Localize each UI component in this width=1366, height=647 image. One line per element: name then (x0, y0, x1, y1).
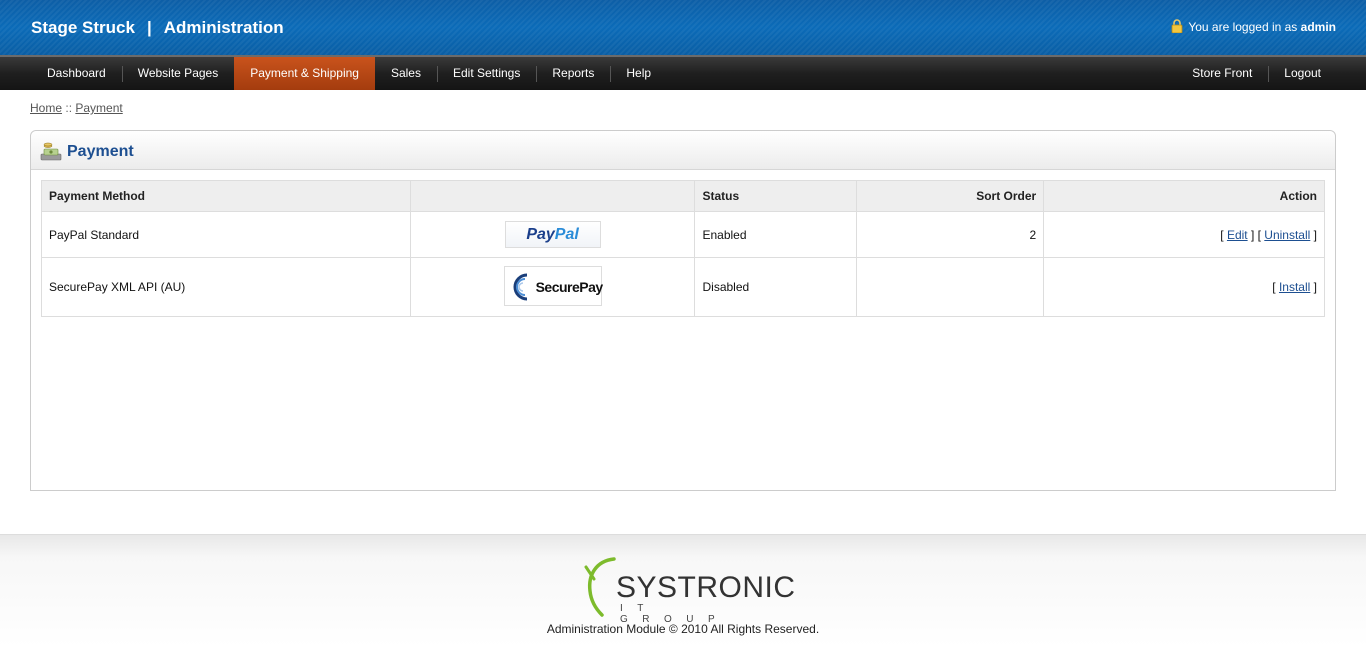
col-action: Action (1043, 180, 1325, 212)
paypal-logo: PayPal (504, 221, 601, 248)
breadcrumb-payment-link[interactable]: Payment (75, 101, 122, 115)
col-sort-order: Sort Order (856, 180, 1045, 212)
payment-methods-table: Payment Method Status Sort Order Action … (41, 180, 1325, 317)
panel-title: Payment (67, 143, 134, 160)
nav-item-dashboard[interactable]: Dashboard (31, 57, 122, 90)
method-actions: [ Edit ] [ Uninstall ] (1043, 211, 1325, 258)
col-payment-method: Payment Method (41, 180, 411, 212)
title-separator: | (146, 18, 152, 37)
method-status: Disabled (694, 257, 858, 317)
section-name: Administration (163, 18, 284, 37)
col-status: Status (694, 180, 858, 212)
table-header-row: Payment Method Status Sort Order Action (41, 180, 1325, 212)
nav-right: Store Front Logout (1176, 57, 1337, 90)
uninstall-link[interactable]: Uninstall (1264, 228, 1310, 242)
method-logo-cell: SecurePay (409, 257, 696, 317)
systronic-logo: SYSTRONIC IT GROUP (584, 557, 795, 625)
login-prefix: You are logged in as (1188, 20, 1298, 34)
install-link[interactable]: Install (1279, 280, 1310, 294)
method-name: PayPal Standard (41, 211, 411, 258)
breadcrumb-home-link[interactable]: Home (30, 101, 62, 115)
method-sort-order (856, 257, 1045, 317)
table-row: PayPal Standard PayPal Enabled 2 [ Edit … (41, 211, 1325, 258)
nav-item-logout[interactable]: Logout (1268, 57, 1337, 90)
nav-item-website-pages[interactable]: Website Pages (121, 57, 235, 90)
method-name: SecurePay XML API (AU) (41, 257, 411, 317)
securepay-logo: SecurePay (503, 265, 603, 306)
site-name: Stage Struck (31, 18, 135, 37)
footer-copyright: Administration Module © 2010 All Rights … (546, 622, 820, 636)
breadcrumb: Home :: Payment (30, 101, 123, 115)
nav-item-sales[interactable]: Sales (375, 57, 437, 90)
header-bar: Stage Struck | Administration You are logg… (0, 0, 1366, 55)
nav-item-payment-shipping[interactable]: Payment & Shipping (234, 57, 375, 90)
breadcrumb-separator: :: (65, 101, 73, 115)
nav-item-reports[interactable]: Reports (536, 57, 610, 90)
nav-item-edit-settings[interactable]: Edit Settings (436, 57, 536, 90)
money-icon (40, 141, 62, 161)
method-status: Enabled (694, 211, 858, 258)
method-sort-order: 2 (856, 211, 1045, 258)
footer-logo-text: SYSTRONIC (616, 571, 796, 604)
table-row: SecurePay XML API (AU) SecurePay Disable… (41, 257, 1325, 317)
payment-panel: Payment Payment Method Status Sort Order… (30, 130, 1336, 491)
edit-link[interactable]: Edit (1227, 228, 1248, 242)
method-actions: [ Install ] (1043, 257, 1325, 317)
col-logo (409, 180, 696, 212)
app-title: Stage Struck | Administration (31, 18, 284, 38)
nav-left: Dashboard Website Pages Payment & Shippi… (31, 57, 667, 90)
footer: SYSTRONIC IT GROUP Administration Module… (0, 534, 1366, 647)
main-nav: Dashboard Website Pages Payment & Shippi… (0, 55, 1366, 90)
username: admin (1300, 20, 1336, 34)
nav-item-help[interactable]: Help (610, 57, 667, 90)
lock-icon (1170, 19, 1184, 34)
panel-header: Payment (31, 131, 1335, 170)
login-status: You are logged in as admin (1170, 19, 1336, 34)
method-logo-cell: PayPal (409, 211, 696, 258)
nav-item-store-front[interactable]: Store Front (1176, 57, 1268, 90)
